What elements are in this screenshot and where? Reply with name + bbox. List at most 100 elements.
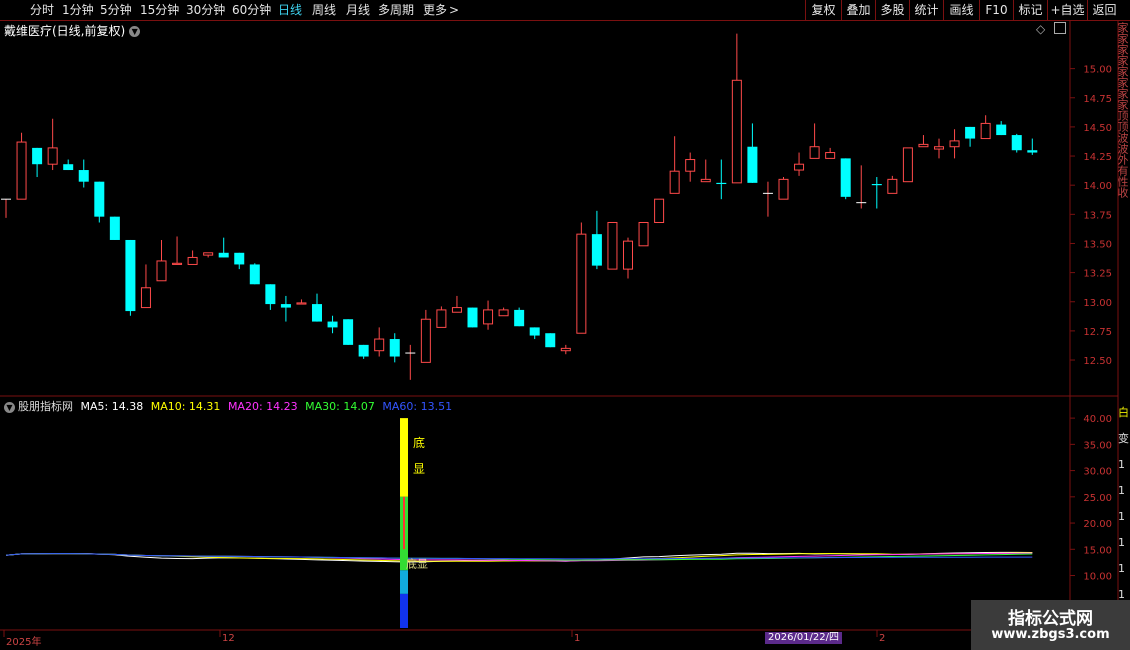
side-values: 白 变 1 1 1 1 1 1 <box>1118 400 1130 625</box>
indicator-tick-label: 25.00 <box>1083 493 1112 504</box>
candle-body <box>949 140 960 148</box>
candle-body <box>871 184 882 186</box>
candle-body <box>794 163 805 171</box>
ma60-label: MA60: 13.51 <box>382 400 453 413</box>
candle-body <box>996 124 1007 136</box>
candle-body <box>203 252 214 256</box>
candle-body <box>125 239 136 312</box>
candle-body <box>280 304 291 308</box>
candle-body <box>778 178 789 200</box>
candle-body <box>467 307 478 328</box>
candle-body <box>172 262 183 265</box>
signal-text-overlap: 底显 <box>406 557 428 571</box>
watermark: 指标公式网 www.zbgs3.com <box>971 600 1130 650</box>
candle-body <box>934 146 944 150</box>
watermark-title: 指标公式网 <box>1008 609 1093 629</box>
ma20-label: MA20: 14.23 <box>227 400 298 413</box>
candle-body <box>840 158 851 197</box>
candle-body <box>809 146 820 159</box>
ma10-label: MA10: 14.31 <box>150 400 221 413</box>
price-tick-label: 14.50 <box>1083 123 1112 134</box>
side-value: 变 <box>1118 432 1129 445</box>
candle-body <box>218 252 229 258</box>
signal-text-bottom: 底 <box>413 435 425 450</box>
side-info-glyphs: 家家家家家家家家顶顶波波外有性收 <box>1118 22 1129 198</box>
candle-body <box>63 164 74 171</box>
candle-body <box>607 221 618 270</box>
candle-body <box>1011 135 1022 151</box>
candle-body <box>140 287 151 309</box>
time-label-jan: 1 <box>574 633 581 644</box>
time-label-feb: 2 <box>879 633 886 644</box>
candle-body <box>436 309 447 328</box>
stock-chart-window: 分时 1分钟 5分钟 15分钟 30分钟 60分钟 日线 周线 月线 多周期 更… <box>0 0 1130 650</box>
candle-body <box>654 198 665 223</box>
candle-body <box>980 122 991 140</box>
candle-body <box>591 234 602 266</box>
indicator-tick-label: 40.00 <box>1083 414 1112 425</box>
candle-body <box>1027 150 1038 153</box>
candle-body <box>296 302 307 305</box>
candle-body <box>358 344 369 357</box>
side-value: 1 <box>1118 536 1125 549</box>
candle-body <box>343 319 354 345</box>
candle-body <box>623 240 633 270</box>
candle-body <box>234 252 245 265</box>
candle-body <box>312 304 322 322</box>
candle-body <box>249 264 260 285</box>
candle-body <box>389 339 400 357</box>
price-tick-label: 13.00 <box>1083 298 1112 309</box>
signal-bar-cyan <box>400 570 408 594</box>
indicator-tick-label: 35.00 <box>1083 440 1112 451</box>
candle-body <box>514 309 525 327</box>
candle-body <box>78 170 89 182</box>
price-tick-label: 14.25 <box>1083 152 1112 163</box>
candle-body <box>560 347 571 352</box>
candle-body <box>887 178 898 194</box>
candle-body <box>965 126 976 139</box>
price-tick-label: 13.50 <box>1083 239 1112 250</box>
candle-body <box>902 147 913 183</box>
candle-body <box>94 181 105 217</box>
chevron-down-icon[interactable]: ▼ <box>4 401 15 413</box>
candle-body <box>731 79 742 184</box>
ma30-label: MA30: 14.07 <box>305 400 375 413</box>
candle-body <box>638 221 649 247</box>
candle-body <box>187 256 198 265</box>
candle-body <box>109 216 120 240</box>
price-tick-label: 12.50 <box>1083 356 1112 367</box>
candle-body <box>32 147 43 165</box>
candle-body <box>420 318 431 363</box>
indicator-tick-label: 10.00 <box>1083 572 1112 583</box>
chart-canvas: 15.00 14.75 14.50 14.25 14.00 13.75 13.50 13.25… <box>0 20 1119 650</box>
price-tick-label: 14.00 <box>1083 181 1112 192</box>
candle-body <box>483 309 494 325</box>
price-tick-label: 14.75 <box>1083 94 1112 105</box>
price-tick-label: 12.75 <box>1083 327 1112 338</box>
side-value: 1 <box>1118 484 1125 497</box>
candle-body <box>47 147 58 165</box>
indicator-name: 股朋指标网 <box>18 400 73 413</box>
side-value: 白 <box>1118 406 1129 419</box>
candle-body <box>265 284 276 305</box>
candle-body <box>669 170 680 194</box>
price-tick-label: 13.25 <box>1083 269 1112 280</box>
side-value: 1 <box>1118 458 1125 471</box>
indicator-header: ▼ 股朋指标网 MA5: 14.38 MA10: 14.31 MA20: 14.2… <box>4 398 452 414</box>
candle-body <box>16 141 27 200</box>
candle-body <box>716 182 727 185</box>
time-label-dec: 12 <box>222 633 235 644</box>
candle-body <box>529 327 540 336</box>
price-tick-label: 15.00 <box>1083 65 1112 76</box>
indicator-tick-label: 20.00 <box>1083 519 1112 530</box>
candle-body <box>700 178 711 183</box>
candle-body <box>576 233 587 334</box>
time-label-year: 2025年 <box>6 637 42 648</box>
candle-body <box>156 260 167 282</box>
watermark-url: www.zbgs3.com <box>991 627 1110 642</box>
cursor-date-badge: 2026/01/22/四 <box>765 632 843 644</box>
candle-body <box>451 307 462 313</box>
indicator-tick-label: 15.00 <box>1083 545 1112 556</box>
indicator-tick-label: 30.00 <box>1083 467 1112 478</box>
candle-body <box>685 159 696 172</box>
